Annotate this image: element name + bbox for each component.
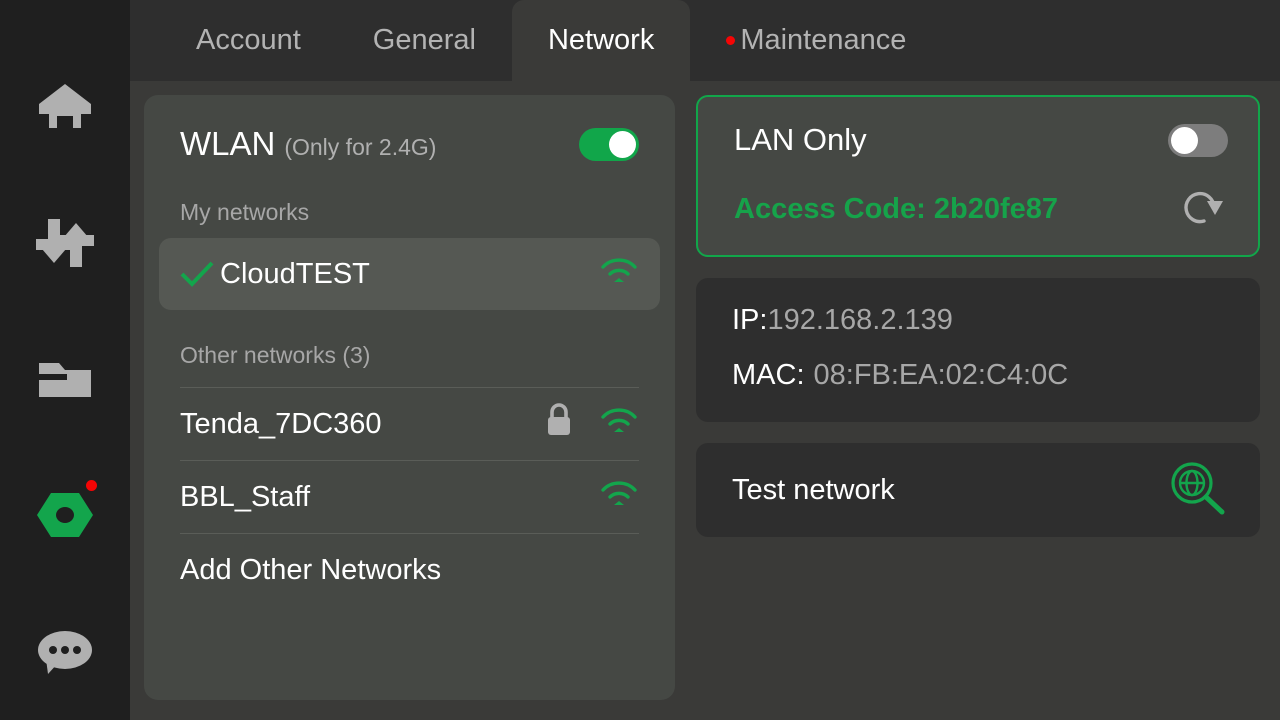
sidebar-item-controls[interactable] bbox=[0, 174, 130, 310]
other-networks-label: Other networks (3) bbox=[180, 342, 371, 368]
my-networks-label: My networks bbox=[180, 199, 310, 225]
mac-line: MAC: 08:FB:EA:02:C4:0C bbox=[732, 359, 1224, 392]
network-row-bbl-staff[interactable]: BBL_Staff bbox=[180, 461, 639, 533]
network-status-column: LAN Only Access Code: 2b20fe87 IP: 192.1… bbox=[696, 95, 1260, 700]
wlan-panel: WLAN (Only for 2.4G) My networks CloudTE… bbox=[144, 95, 675, 700]
network-row-icons bbox=[599, 255, 639, 293]
tab-maintenance[interactable]: Maintenance bbox=[690, 0, 942, 81]
check-icon bbox=[180, 261, 220, 287]
add-other-networks-button[interactable]: Add Other Networks bbox=[180, 534, 639, 606]
tab-account[interactable]: Account bbox=[160, 0, 337, 81]
wifi-icon bbox=[599, 478, 639, 516]
network-row-tenda[interactable]: Tenda_7DC360 bbox=[180, 388, 639, 460]
wifi-icon bbox=[599, 255, 639, 293]
settings-content: Account General Network Maintenance WLAN… bbox=[130, 0, 1280, 720]
access-code: Access Code: 2b20fe87 bbox=[734, 193, 1058, 226]
network-settings-body: WLAN (Only for 2.4G) My networks CloudTE… bbox=[130, 81, 1280, 720]
network-row-icons bbox=[599, 478, 639, 516]
wifi-icon bbox=[599, 405, 639, 443]
folder-icon bbox=[37, 359, 93, 399]
settings-window: Account General Network Maintenance WLAN… bbox=[0, 0, 1280, 720]
lan-only-card: LAN Only Access Code: 2b20fe87 bbox=[696, 95, 1260, 257]
mac-value: 08:FB:EA:02:C4:0C bbox=[813, 359, 1069, 391]
ip-label: IP: bbox=[732, 304, 768, 336]
sidebar-item-messages[interactable] bbox=[0, 584, 130, 720]
wlan-subtitle: (Only for 2.4G) bbox=[284, 134, 437, 160]
wlan-title-text: WLAN bbox=[180, 125, 276, 162]
wlan-toggle-knob bbox=[609, 130, 636, 158]
network-ssid: Tenda_7DC360 bbox=[180, 407, 382, 440]
access-code-value: 2b20fe87 bbox=[933, 192, 1059, 225]
sidebar-nav bbox=[0, 0, 130, 720]
network-row-icons bbox=[545, 403, 639, 445]
tab-general[interactable]: General bbox=[337, 0, 512, 81]
ip-line: IP: 192.168.2.139 bbox=[732, 304, 1224, 337]
sliders-icon bbox=[36, 218, 94, 267]
globe-search-icon bbox=[1166, 459, 1228, 522]
chat-icon bbox=[36, 629, 94, 675]
sidebar-item-home[interactable] bbox=[0, 38, 130, 174]
sidebar-item-device[interactable] bbox=[0, 447, 130, 583]
wlan-title: WLAN (Only for 2.4G) bbox=[180, 125, 436, 163]
test-network-button[interactable]: Test network bbox=[696, 443, 1260, 537]
tab-network[interactable]: Network bbox=[511, 0, 691, 81]
mac-label: MAC: bbox=[732, 359, 805, 391]
tab-network-label: Network bbox=[547, 24, 655, 56]
network-ssid: CloudTEST bbox=[220, 257, 370, 290]
ip-value: 192.168.2.139 bbox=[767, 304, 953, 336]
maintenance-alert-dot-icon bbox=[726, 36, 736, 45]
wlan-toggle[interactable] bbox=[579, 127, 639, 161]
lan-only-title: LAN Only bbox=[734, 122, 867, 157]
lock-icon bbox=[545, 403, 573, 445]
network-row-cloudtest[interactable]: CloudTEST bbox=[159, 238, 660, 310]
test-network-label: Test network bbox=[732, 473, 895, 506]
sidebar-item-files[interactable] bbox=[0, 311, 130, 447]
wlan-header: WLAN (Only for 2.4G) bbox=[180, 121, 639, 167]
nut-icon bbox=[36, 492, 94, 538]
lan-only-toggle[interactable] bbox=[1168, 123, 1228, 157]
refresh-icon[interactable] bbox=[1180, 185, 1228, 234]
tab-account-label: Account bbox=[196, 24, 301, 56]
tab-maintenance-label: Maintenance bbox=[740, 24, 907, 56]
access-code-row: Access Code: 2b20fe87 bbox=[734, 187, 1228, 231]
home-icon bbox=[37, 82, 93, 130]
access-code-label: Access Code: bbox=[734, 192, 926, 225]
tab-bar: Account General Network Maintenance bbox=[130, 0, 1280, 81]
lan-only-header: LAN Only bbox=[734, 119, 1228, 161]
add-other-networks-label: Add Other Networks bbox=[180, 553, 442, 586]
network-ssid: BBL_Staff bbox=[180, 480, 311, 513]
device-info-card: IP: 192.168.2.139 MAC: 08:FB:EA:02:C4:0C bbox=[696, 278, 1260, 422]
lan-only-toggle-knob bbox=[1171, 126, 1198, 154]
notification-badge-icon bbox=[86, 480, 97, 492]
tab-general-label: General bbox=[372, 24, 476, 56]
